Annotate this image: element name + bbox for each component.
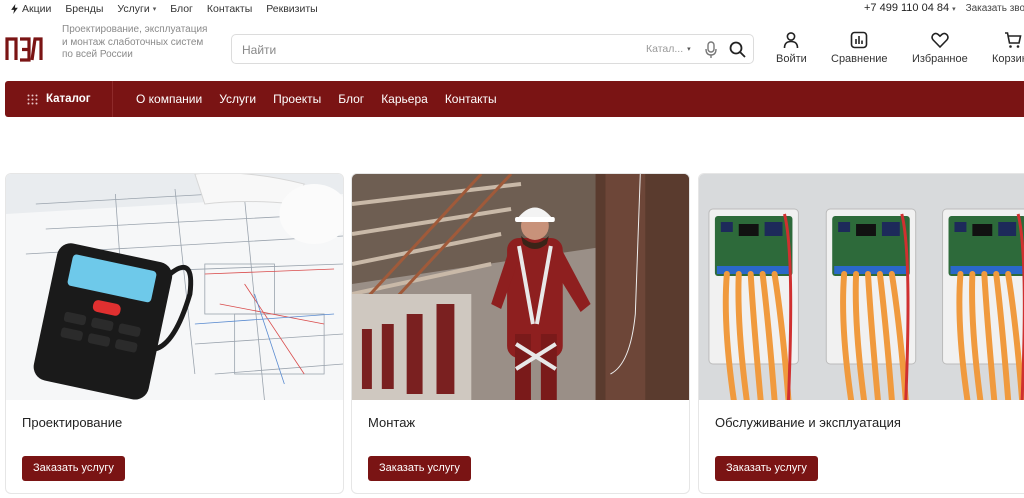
order-service-button[interactable]: Заказать услугу <box>715 456 818 481</box>
heart-icon <box>931 32 949 49</box>
top-link-blog[interactable]: Блог <box>170 3 193 15</box>
nav-item-contacts[interactable]: Контакты <box>445 92 497 106</box>
nav-item-career[interactable]: Карьера <box>381 92 428 106</box>
nav-item-about[interactable]: О компании <box>136 92 202 106</box>
service-title: Проектирование <box>22 415 123 430</box>
top-link-requisites[interactable]: Реквизиты <box>266 3 317 15</box>
main-nav: Каталог О компании Услуги Проекты Блог К… <box>5 81 1024 117</box>
top-link-services[interactable]: Услуги ▾ <box>117 3 156 15</box>
cart-icon <box>1004 32 1022 48</box>
service-image-maintenance <box>699 174 1024 400</box>
order-service-button[interactable]: Заказать услугу <box>22 456 125 481</box>
top-contacts: +7 499 110 04 84 ▾ Заказать звонок <box>864 2 1024 14</box>
top-links: Акции Бренды Услуги ▾ Блог Контакты Рекв… <box>10 3 318 15</box>
top-bar: Акции Бренды Услуги ▾ Блог Контакты Рекв… <box>0 0 1024 18</box>
compare-icon <box>850 31 868 49</box>
nav-links: О компании Услуги Проекты Блог Карьера К… <box>136 81 497 117</box>
service-card-maintenance[interactable]: Обслуживание и эксплуатация Заказать усл… <box>698 173 1024 494</box>
order-service-button[interactable]: Заказать услугу <box>368 456 471 481</box>
nav-item-services[interactable]: Услуги <box>219 92 256 106</box>
service-card-installation[interactable]: Монтаж Заказать услугу <box>351 173 690 494</box>
top-link-promo[interactable]: Акции <box>10 3 51 15</box>
top-link-brands[interactable]: Бренды <box>65 3 103 15</box>
lightning-icon <box>11 4 18 14</box>
nav-item-blog[interactable]: Блог <box>338 92 364 106</box>
top-link-contacts[interactable]: Контакты <box>207 3 252 15</box>
grid-icon <box>27 94 38 104</box>
catalog-button[interactable]: Каталог <box>5 81 113 117</box>
service-card-design[interactable]: Проектирование Заказать услугу <box>5 173 344 494</box>
login-button[interactable]: Войти <box>776 31 807 65</box>
callback-link[interactable]: Заказать звонок <box>966 3 1024 14</box>
cart-button[interactable]: Корзина <box>992 31 1024 65</box>
service-image-design <box>6 174 343 400</box>
phone-number[interactable]: +7 499 110 04 84 ▾ <box>864 2 956 14</box>
service-title: Монтаж <box>368 415 416 430</box>
favorites-button[interactable]: Избранное <box>912 31 968 65</box>
chevron-down-icon: ▾ <box>952 6 956 13</box>
user-icon <box>784 32 799 49</box>
service-image-installation <box>352 174 689 400</box>
chevron-down-icon: ▾ <box>152 6 157 13</box>
compare-button[interactable]: Сравнение <box>831 31 888 65</box>
header-actions: Войти Сравнение Избранное Корзина <box>0 31 1024 71</box>
nav-item-projects[interactable]: Проекты <box>273 92 321 106</box>
service-title: Обслуживание и эксплуатация <box>715 415 901 430</box>
